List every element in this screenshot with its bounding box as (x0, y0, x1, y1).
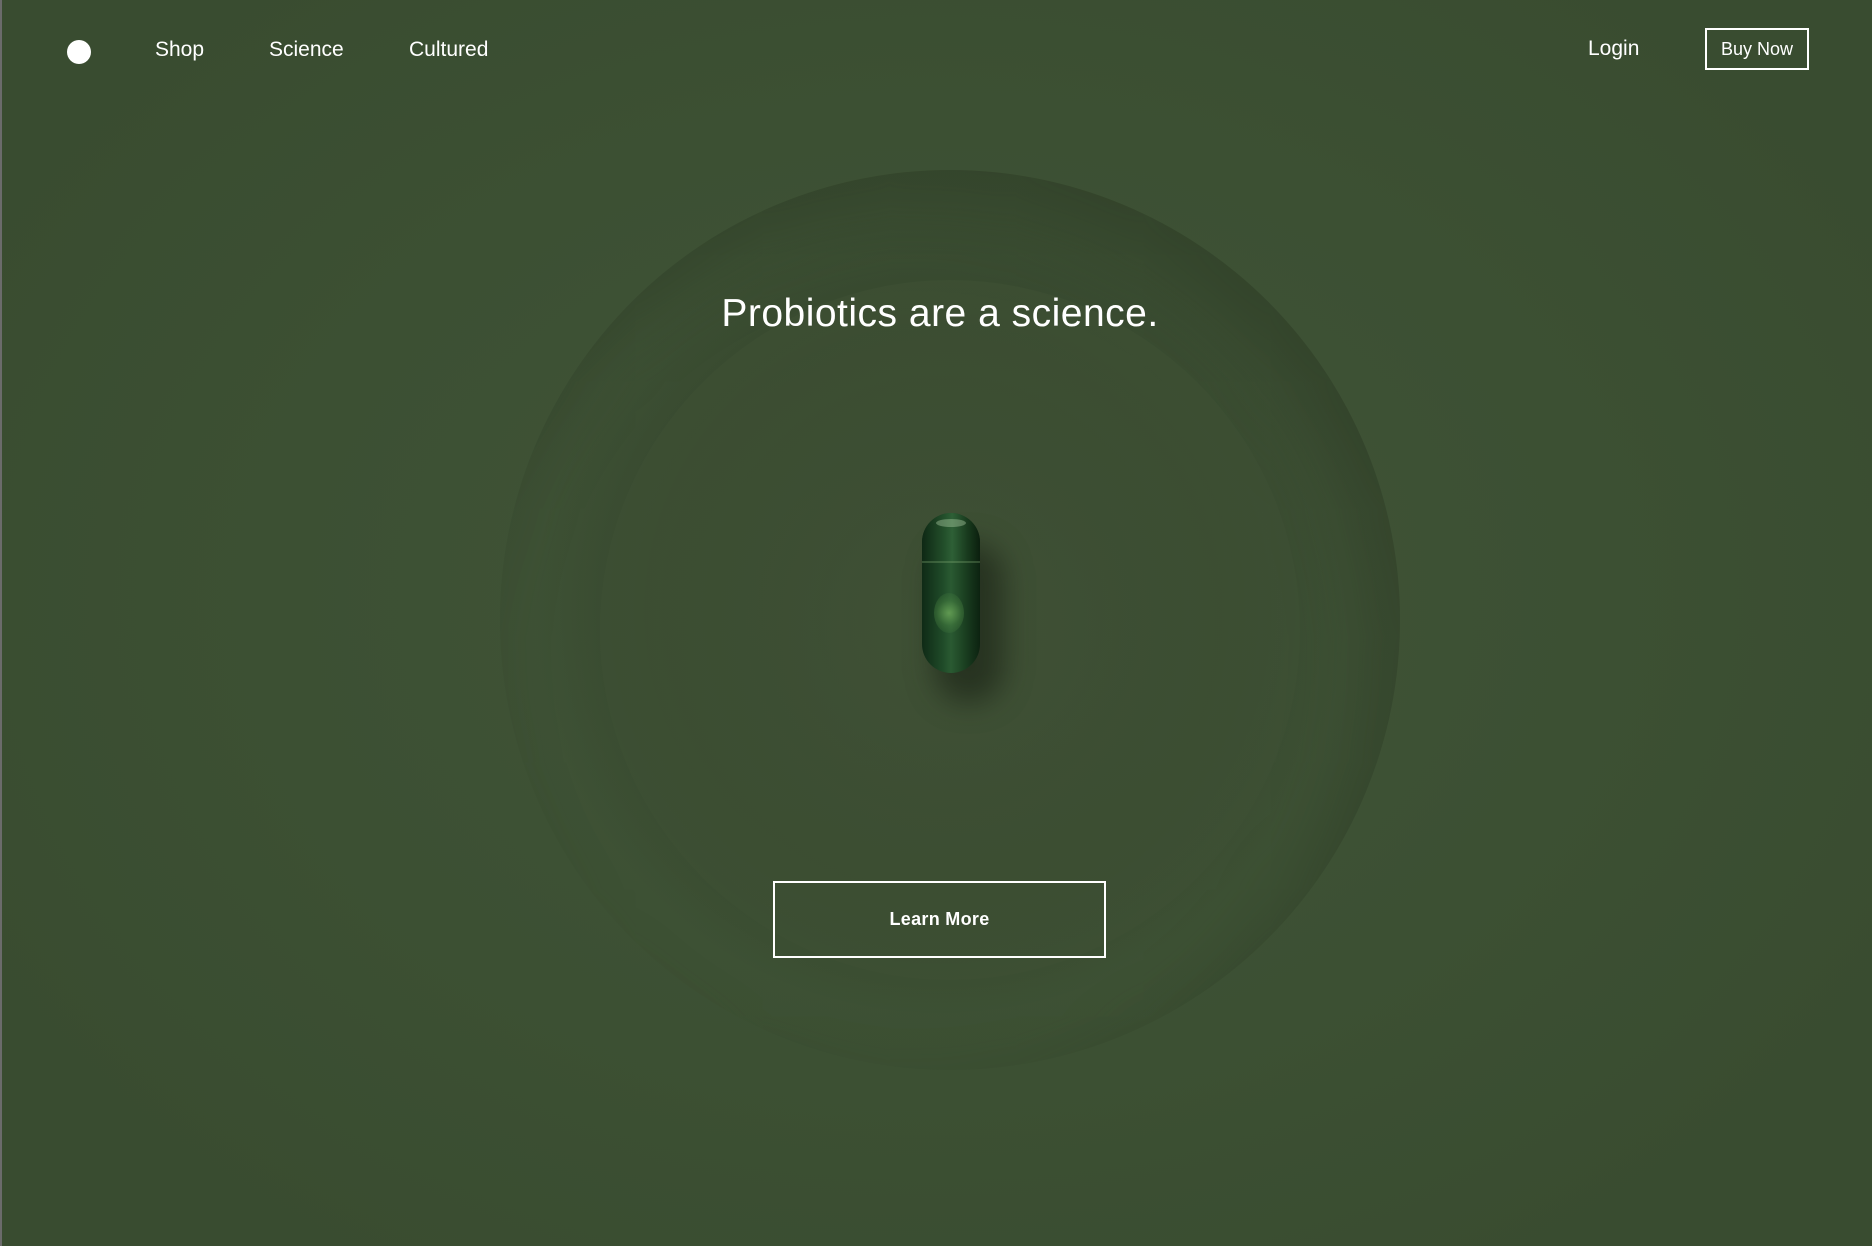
window-edge (0, 0, 2, 1246)
learn-more-button[interactable]: Learn More (773, 881, 1106, 958)
nav-link-shop[interactable]: Shop (155, 36, 204, 64)
logo-dot-icon[interactable] (67, 40, 91, 64)
nav-link-science[interactable]: Science (269, 36, 344, 64)
capsule-glow (934, 593, 964, 633)
capsule-body (922, 513, 980, 673)
login-link[interactable]: Login (1588, 35, 1639, 63)
capsule-icon (922, 513, 1004, 703)
hero-headline: Probiotics are a science. (721, 292, 1159, 335)
buy-now-button[interactable]: Buy Now (1705, 28, 1809, 70)
top-navigation: Shop Science Cultured Login Buy Now (0, 0, 1872, 100)
capsule-highlight (936, 519, 966, 527)
nav-link-cultured[interactable]: Cultured (409, 36, 488, 64)
